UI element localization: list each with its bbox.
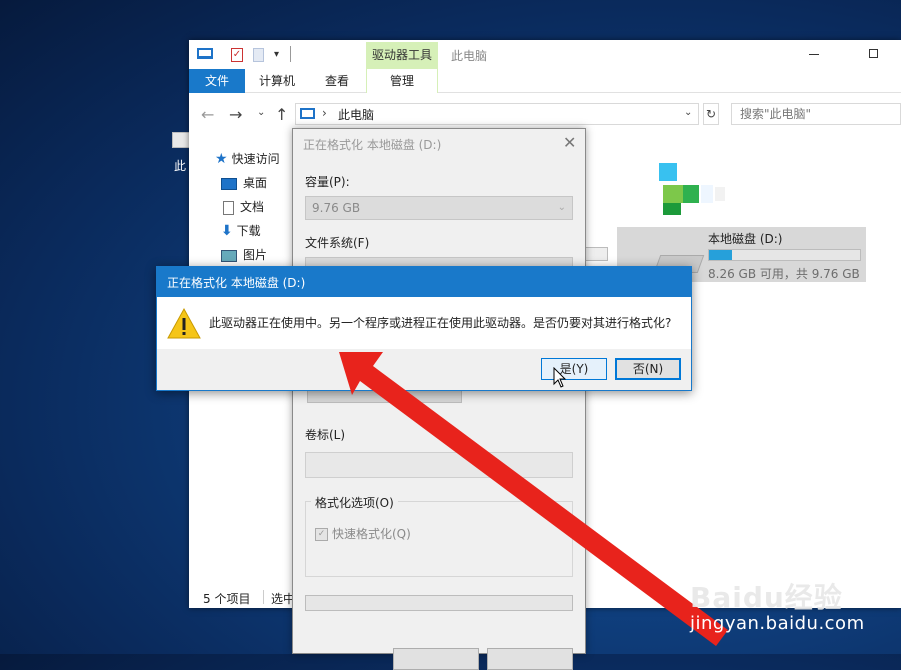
nav-quick-access[interactable]: ★ 快速访问 [215, 148, 280, 170]
warning-titlebar: 正在格式化 本地磁盘 (D:) [157, 267, 691, 297]
recent-locations-chevron-icon[interactable]: ⌄ [257, 107, 265, 118]
titlebar-divider [290, 46, 291, 62]
desktop: { "desktop": { "icon_label": "此" }, "exp… [0, 0, 901, 670]
format-progress-bar [305, 595, 573, 611]
address-row: ← → ⌄ ↑ › 此电脑 ⌄ ↻ 搜索"此电脑" [189, 93, 901, 133]
warning-body: 此驱动器正在使用中。另一个程序或进程正在使用此驱动器。是否仍要对其进行格式化? [157, 297, 691, 349]
chevron-down-icon: ⌄ [557, 202, 566, 213]
volume-label-caption: 卷标(L) [305, 428, 346, 442]
address-bar[interactable]: › 此电脑 ⌄ [295, 103, 699, 125]
tab-file[interactable]: 文件 [189, 69, 245, 93]
drive-free-space: 8.26 GB 可用，共 9.76 GB [708, 267, 860, 281]
quick-format-label: 快速格式化(Q) [332, 527, 411, 541]
close-icon[interactable]: ✕ [563, 133, 576, 152]
forward-arrow-icon[interactable]: → [229, 105, 242, 124]
download-icon: ⬇ [221, 223, 233, 239]
capacity-value: 9.76 GB [312, 201, 361, 215]
baidu-watermark-logo: Baidu经验 [690, 581, 843, 614]
computer-icon [300, 108, 315, 119]
drive-usage-fill [709, 250, 733, 260]
document-icon [223, 200, 234, 215]
status-divider [263, 590, 264, 604]
nav-item-documents[interactable]: 文档 [223, 196, 264, 218]
window-title: 此电脑 [451, 49, 488, 63]
properties-icon[interactable]: ✓ [231, 48, 243, 62]
nav-item-label: 下载 [236, 224, 261, 238]
nav-item-label: 桌面 [243, 176, 268, 190]
format-dialog: 正在格式化 本地磁盘 (D:) ✕ 容量(P): 9.76 GB ⌄ 文件系统(… [292, 128, 586, 670]
yes-button[interactable]: 是(Y) [541, 358, 607, 380]
minimize-button[interactable] [809, 54, 819, 55]
address-history-chevron-icon[interactable]: ⌄ [684, 107, 692, 118]
nav-item-downloads[interactable]: ⬇ 下载 [221, 220, 261, 242]
ribbon-tabs: 文件 计算机 查看 管理 [189, 69, 901, 93]
breadcrumb-chevron-icon[interactable]: › [322, 106, 327, 120]
customize-quick-access-icon[interactable]: ▾ [274, 49, 279, 60]
partial-drive-bar [584, 247, 608, 261]
nav-item-label: 文档 [240, 200, 265, 214]
nav-item-label: 图片 [243, 248, 268, 262]
new-folder-icon[interactable] [253, 48, 264, 62]
tab-manage[interactable]: 管理 [366, 69, 438, 93]
start-button[interactable] [393, 648, 479, 670]
app-logo-icon [659, 163, 725, 218]
nav-item-pictures[interactable]: 图片 [221, 244, 267, 266]
computer-icon [197, 48, 213, 59]
back-arrow-icon[interactable]: ← [201, 105, 214, 124]
up-arrow-icon[interactable]: ↑ [275, 105, 288, 124]
drive-usage-bar [708, 249, 861, 261]
baidu-watermark-url: jingyan.baidu.com [690, 613, 865, 634]
capacity-select[interactable]: 9.76 GB ⌄ [305, 196, 573, 220]
drive-tools-context-tab: 驱动器工具 [366, 42, 438, 69]
explorer-titlebar: ✓ ▾ 驱动器工具 此电脑 [189, 40, 901, 69]
format-dialog-title: 正在格式化 本地磁盘 (D:) [303, 138, 442, 152]
star-icon: ★ [215, 151, 228, 167]
refresh-button[interactable]: ↻ [703, 103, 719, 125]
desktop-icon-label[interactable]: 此 [174, 157, 186, 174]
close-button[interactable] [487, 648, 573, 670]
filesystem-label: 文件系统(F) [305, 236, 370, 250]
quick-format-checkbox[interactable]: ✓ 快速格式化(Q) [315, 525, 411, 542]
mouse-cursor-icon [553, 367, 567, 388]
no-button[interactable]: 否(N) [615, 358, 681, 380]
tab-view[interactable]: 查看 [311, 69, 363, 93]
nav-quick-access-label: 快速访问 [231, 152, 280, 166]
maximize-button[interactable] [869, 49, 878, 58]
checkbox-check-icon: ✓ [315, 528, 328, 541]
warning-icon [167, 307, 201, 339]
item-count: 5 个项目 [203, 592, 251, 606]
drive-name: 本地磁盘 (D:) [708, 232, 783, 246]
breadcrumb-this-pc[interactable]: 此电脑 [338, 106, 374, 123]
desktop-icon [221, 177, 237, 190]
format-options-label: 格式化选项(O) [311, 494, 398, 511]
pictures-icon [221, 249, 237, 262]
warning-message: 此驱动器正在使用中。另一个程序或进程正在使用此驱动器。是否仍要对其进行格式化? [209, 316, 672, 330]
tab-computer[interactable]: 计算机 [249, 69, 305, 93]
nav-item-desktop[interactable]: 桌面 [221, 172, 267, 194]
volume-label-input[interactable] [305, 452, 573, 478]
format-warning-dialog: 正在格式化 本地磁盘 (D:) 此驱动器正在使用中。另一个程序或进程正在使用此驱… [156, 266, 692, 391]
warning-dialog-title: 正在格式化 本地磁盘 (D:) [167, 276, 306, 290]
search-input[interactable]: 搜索"此电脑" [731, 103, 901, 125]
capacity-label: 容量(P): [305, 175, 350, 189]
